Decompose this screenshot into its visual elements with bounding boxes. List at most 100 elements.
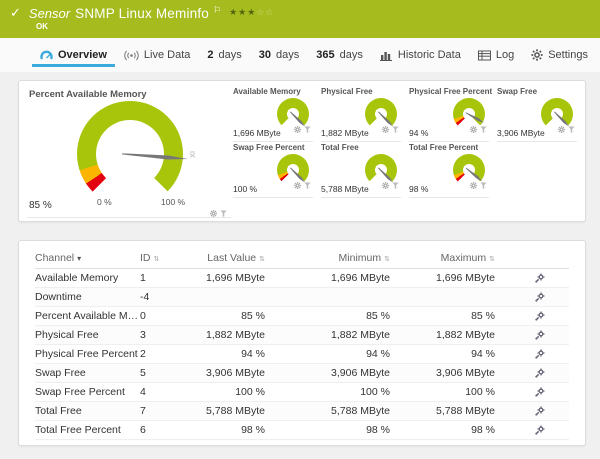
mini-gauge-value: 98 %	[409, 184, 428, 194]
priority-stars[interactable]: ★★★☆☆	[229, 7, 274, 18]
mini-gauge-label: Available Memory	[233, 87, 301, 96]
tab-30-days[interactable]: 30days	[257, 38, 302, 72]
mini-gauge-value: 3,906 MByte	[497, 128, 545, 138]
edit-channel-gear-icon[interactable]	[535, 349, 569, 359]
gauge-settings-gear-icon[interactable]	[210, 204, 217, 222]
cell-last: 3,906 MByte	[200, 364, 265, 383]
edit-channel-cell	[495, 307, 569, 326]
gauge-settings-gear-icon[interactable]	[382, 176, 389, 194]
gauge-settings-gear-icon[interactable]	[294, 176, 301, 194]
edit-channel-gear-icon[interactable]	[535, 406, 569, 416]
gauge-settings-gear-icon[interactable]	[470, 120, 477, 138]
mini-gauge-label: Physical Free	[321, 87, 373, 96]
table-row: Total Free Percent698 %98 %98 %	[35, 421, 569, 440]
cell-max: 5,788 MByte	[390, 402, 495, 421]
table-row: Swap Free53,906 MByte3,906 MByte3,906 MB…	[35, 364, 569, 383]
cell-max: 94 %	[390, 345, 495, 364]
gauge-funnel-icon[interactable]	[220, 204, 227, 222]
tile-icons	[470, 176, 487, 194]
mini-gauge-tile-swap-free[interactable]: Swap Free3,906 MByte	[497, 86, 577, 142]
tab-label: Overview	[58, 49, 107, 61]
col-header-minimum[interactable]: Minimum⇅	[265, 247, 390, 269]
table-row: Percent Available Memo...085 %85 %85 %	[35, 307, 569, 326]
mini-gauge-tile-physical-free[interactable]: Physical Free 1,882 MByte	[321, 86, 401, 142]
tab-2-days[interactable]: 2days	[205, 38, 243, 72]
mini-gauge-tile-total-free[interactable]: Total Free5,788 MByte	[321, 142, 401, 198]
edit-channel-gear-icon[interactable]	[535, 425, 569, 435]
tab-label: days	[219, 49, 242, 61]
tab-label: Settings	[548, 49, 588, 61]
gauge-funnel-icon[interactable]	[480, 176, 487, 194]
col-header-maximum[interactable]: Maximum⇅	[390, 247, 495, 269]
gauge-settings-gear-icon[interactable]	[470, 176, 477, 194]
col-header-id[interactable]: ID⇅	[140, 247, 200, 269]
mini-gauge-tile-physical-free-percent[interactable]: Physical Free Percent94 %	[409, 86, 489, 142]
mini-gauge-value: 1,696 MByte	[233, 128, 281, 138]
gauge-funnel-icon[interactable]	[392, 120, 399, 138]
gauge-scale-max: 100 %	[161, 197, 185, 207]
star-empty-icon[interactable]: ☆	[265, 7, 274, 17]
cell-channel[interactable]: Physical Free Percent	[35, 345, 140, 364]
tab-overview[interactable]: Overview	[38, 38, 109, 72]
main-gauge-tile[interactable]: Percent Available Memory 0 % 100 % 85 %	[27, 81, 231, 218]
col-header-edit	[495, 247, 569, 269]
star-filled-icon[interactable]: ★	[247, 7, 256, 17]
cell-last: 100 %	[200, 383, 265, 402]
gauge-settings-gear-icon[interactable]	[294, 120, 301, 138]
gauge-icon	[40, 49, 53, 61]
cell-channel[interactable]: Physical Free	[35, 326, 140, 345]
edit-channel-gear-icon[interactable]	[535, 292, 569, 302]
cell-channel[interactable]: Total Free Percent	[35, 421, 140, 440]
edit-channel-gear-icon[interactable]	[535, 330, 569, 340]
mini-gauge-label: Total Free	[321, 143, 359, 152]
tab-settings[interactable]: Settings	[529, 38, 590, 72]
table-row: Downtime-4	[35, 288, 569, 307]
cell-last: 1,882 MByte	[200, 326, 265, 345]
mini-gauge-grid: Available Memory 1,696 MByte Physical Free…	[233, 86, 585, 198]
cell-min: 100 %	[265, 383, 390, 402]
tile-icons	[382, 176, 399, 194]
tab-live-data[interactable]: Live Data	[122, 38, 192, 72]
star-filled-icon[interactable]: ★	[229, 7, 238, 17]
cell-last	[200, 288, 265, 307]
gauge-funnel-icon[interactable]	[568, 120, 575, 138]
gauge-funnel-icon[interactable]	[304, 120, 311, 138]
cell-last: 98 %	[200, 421, 265, 440]
mini-gauge-tile-available-memory[interactable]: Available Memory 1,696 MByte	[233, 86, 313, 142]
gauge-funnel-icon[interactable]	[304, 176, 311, 194]
mini-gauge-value: 1,882 MByte	[321, 128, 369, 138]
col-header-channel[interactable]: Channel▾	[35, 247, 140, 269]
flag-icon[interactable]: ⚐	[213, 5, 221, 16]
tab-label: Log	[496, 49, 514, 61]
status-badge: OK	[36, 22, 600, 31]
channel-table-panel: Channel▾ ID⇅ Last Value⇅ Minimum⇅ Maximu…	[18, 240, 586, 446]
cell-channel[interactable]: Percent Available Memo...	[35, 307, 140, 326]
gauge-funnel-icon[interactable]	[480, 120, 487, 138]
gauge-funnel-icon[interactable]	[392, 176, 399, 194]
edit-channel-gear-icon[interactable]	[535, 387, 569, 397]
cell-max: 1,696 MByte	[390, 269, 495, 288]
cell-channel[interactable]: Total Free	[35, 402, 140, 421]
gauge-settings-gear-icon[interactable]	[558, 120, 565, 138]
tab-log[interactable]: Log	[476, 38, 516, 72]
tab-365-days[interactable]: 365days	[314, 38, 365, 72]
mini-gauge-tile-total-free-percent[interactable]: Total Free Percent98 %	[409, 142, 489, 198]
edit-channel-cell	[495, 269, 569, 288]
edit-channel-gear-icon[interactable]	[535, 311, 569, 321]
cell-max: 100 %	[390, 383, 495, 402]
mini-gauge-tile-swap-free-percent[interactable]: Swap Free Percent100 %	[233, 142, 313, 198]
cell-channel[interactable]: Downtime	[35, 288, 140, 307]
tab-historic-data[interactable]: Historic Data	[378, 38, 463, 72]
main-gauge-title: Percent Available Memory	[29, 89, 147, 100]
star-filled-icon[interactable]: ★	[238, 7, 247, 17]
cell-channel[interactable]: Swap Free Percent	[35, 383, 140, 402]
edit-channel-gear-icon[interactable]	[535, 368, 569, 378]
cell-channel[interactable]: Available Memory	[35, 269, 140, 288]
edit-channel-gear-icon[interactable]	[535, 273, 569, 283]
gauge-settings-gear-icon[interactable]	[382, 120, 389, 138]
col-header-last-value[interactable]: Last Value⇅	[200, 247, 265, 269]
needle-marker-icon	[189, 145, 196, 163]
cell-channel[interactable]: Swap Free	[35, 364, 140, 383]
cell-min: 1,882 MByte	[265, 326, 390, 345]
sensor-header: ✓ Sensor SNMP Linux Meminfo ⚐ ★★★☆☆ OK	[0, 0, 600, 38]
